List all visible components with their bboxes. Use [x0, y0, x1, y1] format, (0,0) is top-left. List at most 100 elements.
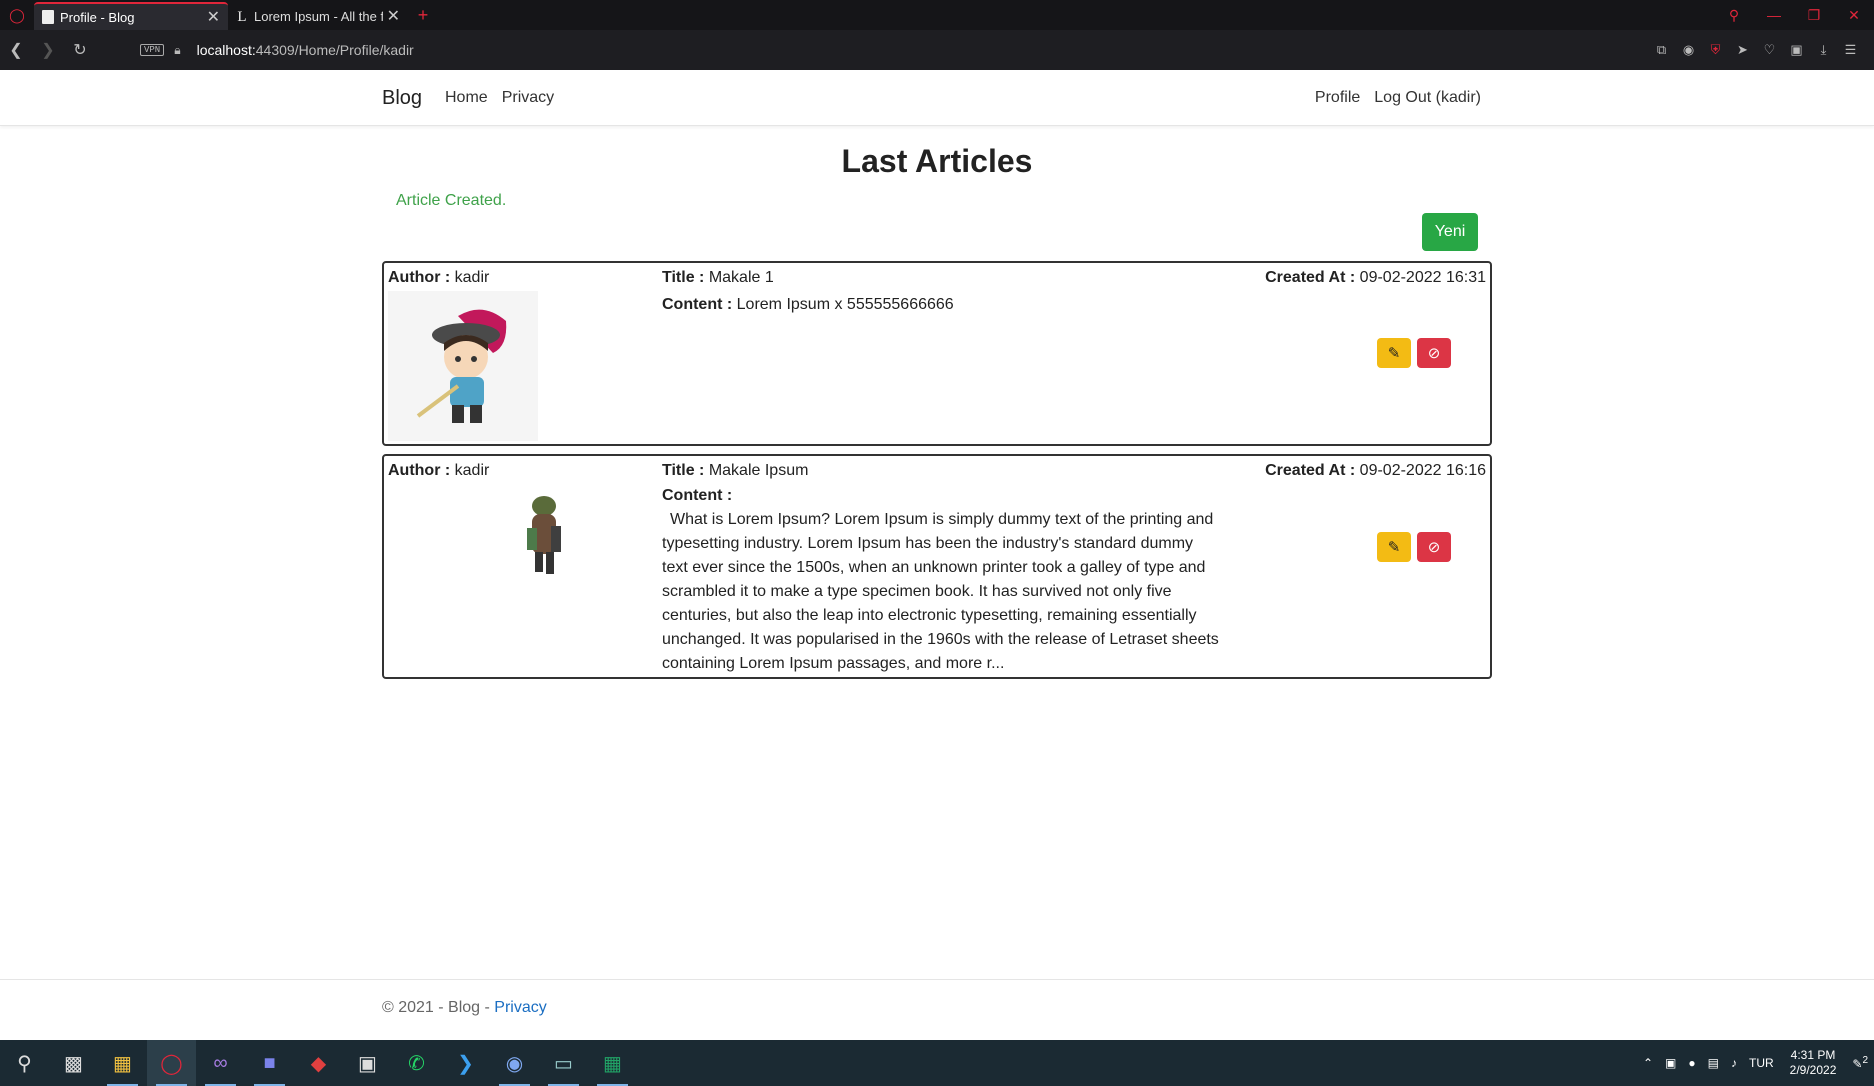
footer-copyright: © 2021 - Blog - — [382, 999, 490, 1016]
nav-profile-link[interactable]: Profile — [1315, 89, 1360, 107]
author-avatar-image — [519, 488, 569, 588]
reload-icon[interactable]: ↻ — [64, 40, 96, 60]
box-icon[interactable]: ▣ — [1783, 42, 1810, 58]
url-host: localhost: — [196, 42, 256, 58]
edit-icon: ✎ — [1387, 539, 1401, 556]
windows-taskbar: ⚲ ▩ ▦ ◯ ∞ ■ ◆ ▣ ✆ ❯ ◉ ▭ ▦ ⌃ ▣ ● ▤ ♪ TUR … — [0, 1040, 1874, 1086]
chat-icon[interactable]: ▣ — [343, 1040, 392, 1086]
adblock-shield-icon[interactable]: ⛨ — [1702, 42, 1729, 58]
brand-link[interactable]: Blog — [382, 87, 422, 110]
content-field: Content : Lorem Ipsum x 555555666666 — [662, 293, 1222, 317]
lock-icon[interactable]: 🔒︎ — [174, 43, 180, 58]
camera-icon[interactable]: ◉ — [1675, 42, 1702, 58]
title-label: Title : — [662, 462, 705, 479]
content-label: Content : — [662, 296, 733, 313]
site-footer: © 2021 - Blog - Privacy — [0, 979, 1874, 1040]
menu-icon[interactable]: ☰ — [1837, 42, 1864, 58]
document-icon — [42, 10, 54, 24]
notepad-icon[interactable]: ▭ — [539, 1040, 588, 1086]
forward-icon[interactable]: ❯ — [32, 40, 64, 60]
clock-time: 4:31 PM — [1790, 1048, 1836, 1062]
delete-article-button[interactable]: ⊘ — [1417, 532, 1451, 562]
new-tab-button[interactable]: + — [408, 2, 438, 30]
vscode-icon[interactable]: ❯ — [441, 1040, 490, 1086]
edit-icon: ✎ — [1387, 345, 1401, 362]
edit-article-button[interactable]: ✎ — [1377, 532, 1411, 562]
new-article-button[interactable]: Yeni — [1422, 213, 1478, 251]
footer-privacy-link[interactable]: Privacy — [494, 999, 546, 1016]
volume-icon[interactable]: ♪ — [1731, 1056, 1737, 1070]
title-value: Makale 1 — [708, 269, 774, 286]
search-icon[interactable]: ⚲ — [0, 1040, 49, 1086]
web-page: Blog Home Privacy Profile Log Out (kadir… — [0, 70, 1874, 1040]
vpn-badge[interactable]: VPN — [140, 44, 165, 56]
opera-menu-icon[interactable]: ◯ — [0, 0, 34, 30]
success-alert: Article Created. — [396, 192, 507, 209]
teams-icon[interactable]: ■ — [245, 1040, 294, 1086]
discord-icon[interactable]: ◉ — [490, 1040, 539, 1086]
created-field: Created At : 09-02-2022 16:31 — [1265, 269, 1486, 287]
author-value: kadir — [454, 269, 490, 286]
send-icon[interactable]: ➤ — [1729, 42, 1756, 58]
download-icon[interactable]: ⤓ — [1810, 42, 1837, 58]
site-navbar: Blog Home Privacy Profile Log Out (kadir… — [0, 70, 1874, 126]
restore-icon[interactable]: ❐ — [1794, 7, 1834, 24]
author-field: Author : kadir — [388, 462, 489, 480]
notification-count: 2 — [1862, 1055, 1868, 1066]
tab-profile-blog[interactable]: Profile - Blog ✕ — [34, 2, 228, 30]
nav-privacy-link[interactable]: Privacy — [502, 89, 554, 107]
tab-label: Lorem Ipsum - All the facts — [254, 8, 383, 24]
visual-studio-icon[interactable]: ∞ — [196, 1040, 245, 1086]
tab-lorem-ipsum[interactable]: L Lorem Ipsum - All the facts ✕ — [228, 2, 408, 30]
created-label: Created At : — [1265, 269, 1356, 286]
clock-date: 2/9/2022 — [1789, 1063, 1837, 1077]
notification-icon[interactable]: ✎2 — [1852, 1055, 1868, 1071]
device-icon[interactable]: ▣ — [1665, 1056, 1676, 1070]
microphone-icon[interactable]: ● — [1688, 1056, 1695, 1070]
heart-icon[interactable]: ♡ — [1756, 42, 1783, 58]
clock[interactable]: 4:31 PM 2/9/2022 — [1790, 1048, 1837, 1078]
page-title: Last Articles — [841, 143, 1033, 179]
excel-icon[interactable]: ▦ — [588, 1040, 637, 1086]
edit-article-button[interactable]: ✎ — [1377, 338, 1411, 368]
browser-tab-bar: ◯ Profile - Blog ✕ L Lorem Ipsum - All t… — [0, 0, 1874, 30]
content-label: Content : — [662, 487, 733, 504]
url-field[interactable]: localhost:44309/Home/Profile/kadir — [197, 42, 414, 58]
nav-logout-link[interactable]: Log Out (kadir) — [1374, 89, 1481, 107]
url-path: 44309/Home/Profile/kadir — [255, 42, 414, 58]
close-tab-icon[interactable]: ✕ — [387, 6, 400, 26]
share-icon[interactable]: ⧉ — [1648, 42, 1675, 58]
back-icon[interactable]: ❮ — [0, 40, 32, 60]
ban-icon: ⊘ — [1427, 539, 1441, 556]
tab-label: Profile - Blog — [60, 9, 135, 25]
git-client-icon[interactable]: ◆ — [294, 1040, 343, 1086]
author-label: Author : — [388, 462, 451, 479]
chevron-up-icon[interactable]: ⌃ — [1643, 1056, 1653, 1070]
created-label: Created At : — [1265, 462, 1356, 479]
delete-article-button[interactable]: ⊘ — [1417, 338, 1451, 368]
nav-right: Profile Log Out (kadir) — [1301, 89, 1481, 107]
close-tab-icon[interactable]: ✕ — [207, 7, 220, 27]
browser-tools: ⧉ ◉ ⛨ ➤ ♡ ▣ ⤓ ☰ — [1648, 30, 1864, 70]
minimize-icon[interactable]: — — [1754, 7, 1794, 23]
content-value: Lorem Ipsum x 555555666666 — [736, 296, 954, 313]
network-icon[interactable]: ▤ — [1708, 1056, 1719, 1070]
file-explorer-icon[interactable]: ▦ — [98, 1040, 147, 1086]
search-tabs-icon[interactable]: ⚲ — [1714, 7, 1754, 24]
author-field: Author : kadir — [388, 269, 489, 287]
article-card: Author : kadir Title : Makale 1 Content … — [382, 261, 1492, 446]
title-field: Title : Makale Ipsum — [662, 462, 808, 480]
created-value: 09-02-2022 16:16 — [1359, 462, 1486, 479]
close-window-icon[interactable]: ✕ — [1834, 7, 1874, 24]
footer-text: © 2021 - Blog - Privacy — [382, 999, 547, 1017]
title-value: Makale Ipsum — [708, 462, 809, 479]
created-value: 09-02-2022 16:31 — [1359, 269, 1486, 286]
system-tray: ⌃ ▣ ● ▤ ♪ TUR 4:31 PM 2/9/2022 ✎2 — [1637, 1040, 1874, 1086]
whatsapp-icon[interactable]: ✆ — [392, 1040, 441, 1086]
language-indicator[interactable]: TUR — [1749, 1056, 1774, 1070]
terminal-icon[interactable]: ▩ — [49, 1040, 98, 1086]
opera-browser-icon[interactable]: ◯ — [147, 1040, 196, 1086]
nav-home-link[interactable]: Home — [445, 89, 488, 107]
address-bar: ❮ ❯ ↻ VPN 🔒︎ localhost:44309/Home/Profil… — [0, 30, 1874, 70]
article-card: Author : kadir Title : Makale Ipsum Cont… — [382, 454, 1492, 679]
